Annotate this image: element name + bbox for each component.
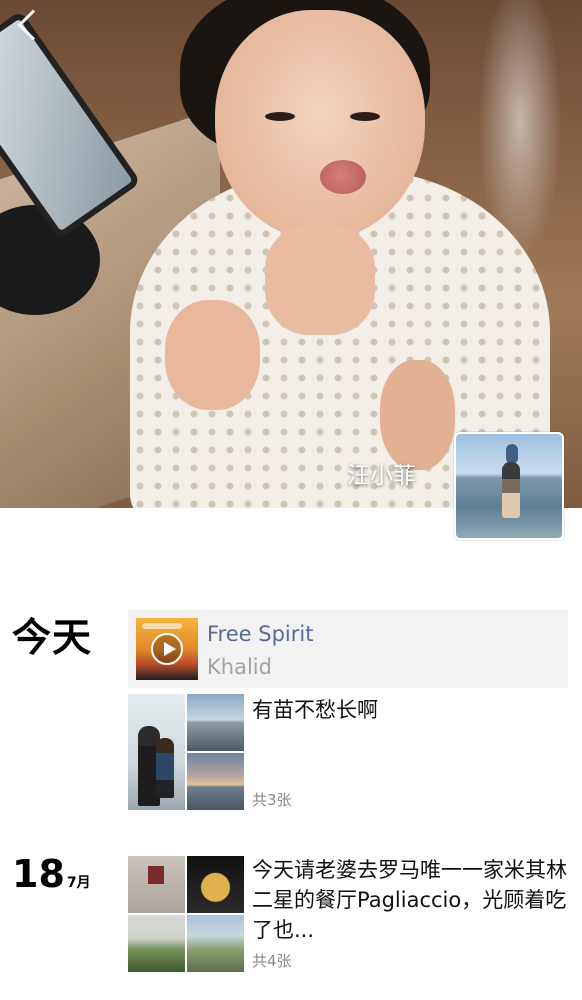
music-cover-title-mark bbox=[142, 623, 182, 629]
cover-photo-arm-right bbox=[380, 360, 455, 470]
cover-photo-arm-left bbox=[165, 300, 260, 410]
post-photo-thumbnail[interactable] bbox=[187, 753, 244, 810]
play-icon[interactable] bbox=[151, 633, 183, 665]
photo-count: 共4张 bbox=[252, 952, 292, 970]
date-month: 7月 bbox=[66, 875, 91, 891]
post-photo-thumbnail[interactable] bbox=[187, 694, 244, 751]
day-label-today: 今天 bbox=[12, 616, 93, 661]
date-day: 18 bbox=[12, 852, 65, 896]
avatar-child-figure bbox=[506, 444, 518, 464]
date-label: 18 7月 bbox=[12, 852, 91, 896]
music-share-card[interactable]: Free Spirit Khalid bbox=[128, 610, 568, 688]
post-photo-thumbnail[interactable] bbox=[187, 915, 244, 972]
cover-photo-lips bbox=[320, 160, 366, 194]
post-photo-thumbnail[interactable] bbox=[187, 856, 244, 913]
post-text[interactable]: 有苗不愁长啊 bbox=[252, 695, 570, 725]
post-photo-thumbnail[interactable] bbox=[128, 856, 185, 913]
post-photo-grid[interactable] bbox=[128, 856, 244, 972]
post-photo-grid[interactable] bbox=[128, 694, 244, 810]
cover-photo-eye-right bbox=[350, 112, 380, 121]
avatar[interactable] bbox=[454, 432, 564, 540]
avatar-person-figure bbox=[502, 462, 520, 518]
cover-photo-hands bbox=[265, 225, 375, 335]
photo-count: 共3张 bbox=[252, 791, 292, 809]
cover-photo-eye-left bbox=[265, 112, 295, 121]
post-photo-thumbnail[interactable] bbox=[128, 915, 185, 972]
cover-photo-face bbox=[215, 10, 425, 240]
post-text[interactable]: 今天请老婆去罗马唯一一家米其林二星的餐厅Pagliaccio，光顾着吃了也... bbox=[252, 855, 570, 945]
music-title: Free Spirit bbox=[207, 622, 314, 646]
photo-figure-child bbox=[156, 738, 174, 798]
music-artist: Khalid bbox=[207, 655, 272, 679]
post-photo-thumbnail[interactable] bbox=[128, 694, 185, 810]
music-cover-art bbox=[136, 618, 198, 680]
profile-name: 汪小菲 bbox=[347, 463, 416, 489]
